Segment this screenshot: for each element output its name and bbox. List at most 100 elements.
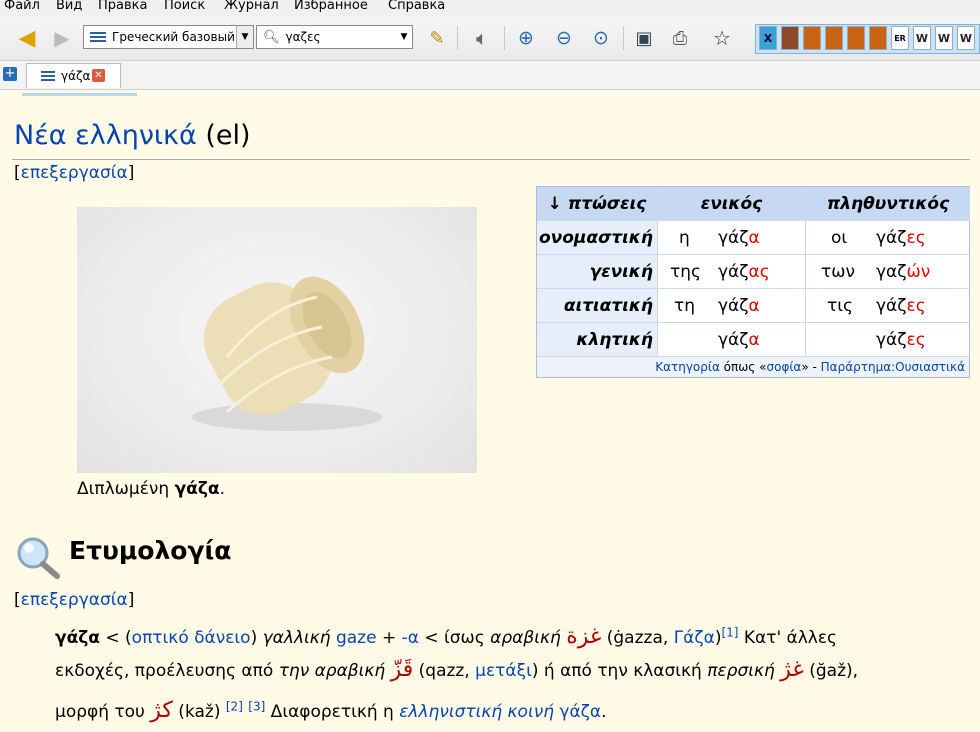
koine-gaza-link[interactable]: γάζα bbox=[559, 702, 601, 722]
grid-lines bbox=[537, 288, 970, 289]
dictionary-book-icon[interactable] bbox=[781, 26, 799, 50]
reference-2[interactable]: [2] bbox=[226, 699, 243, 713]
previous-box-remnant bbox=[22, 89, 137, 96]
case-genitive: γενική bbox=[537, 255, 657, 288]
back-arrow-icon[interactable]: ◀ bbox=[14, 24, 40, 52]
menu-favorites[interactable]: Избранное bbox=[294, 0, 368, 13]
chevron-down-icon[interactable]: ▼ bbox=[236, 26, 253, 48]
article-singular: της bbox=[670, 261, 701, 282]
declension-table: ↓ πτώσεις ενικός πληθυντικός ονομαστική … bbox=[536, 186, 970, 378]
reference-3[interactable]: [3] bbox=[248, 699, 265, 713]
form-singular: γάζ ας bbox=[718, 261, 770, 282]
dictionary-book-icon[interactable] bbox=[847, 26, 865, 50]
dictionary-book-icon[interactable] bbox=[803, 26, 821, 50]
zoom-out-icon[interactable]: ⊖ bbox=[548, 24, 580, 52]
etymology-line-1: γάζα < (οπτικό δάνειο) γαλλική gaze + -α… bbox=[55, 624, 838, 649]
heading-divider bbox=[12, 159, 970, 160]
search-icon: 🔍︎ bbox=[263, 29, 280, 45]
gauze-roll-image bbox=[192, 276, 382, 431]
gauze-photo[interactable] bbox=[77, 207, 477, 473]
grid-lines bbox=[537, 254, 970, 255]
toolbar-separator bbox=[504, 26, 505, 50]
edit-section-link[interactable]: επεξεργασία bbox=[21, 163, 128, 183]
star-icon[interactable]: ☆ bbox=[707, 24, 737, 52]
article-plural: τις bbox=[827, 295, 853, 316]
form-plural: γάζ ες bbox=[876, 227, 926, 248]
forward-arrow-icon[interactable]: ▶ bbox=[50, 24, 74, 52]
form-singular: γάζ α bbox=[718, 329, 760, 350]
category-link[interactable]: Κατηγορία bbox=[655, 360, 720, 374]
menu-search[interactable]: Поиск bbox=[164, 0, 205, 13]
close-icon[interactable]: ✕ bbox=[92, 69, 105, 82]
zoom-in-icon[interactable]: ⊕ bbox=[510, 24, 542, 52]
tab-gaza[interactable]: γάζα ✕ bbox=[26, 63, 121, 88]
menu-file[interactable]: Файл bbox=[4, 0, 40, 13]
article-plural: των bbox=[821, 261, 855, 282]
wikipedia-icon[interactable]: W bbox=[913, 26, 931, 50]
etymology-heading: Ετυμολογία bbox=[69, 536, 232, 565]
new-tab-icon[interactable]: + bbox=[3, 67, 17, 81]
gaza-city-link[interactable]: Γάζα bbox=[674, 628, 715, 648]
language-heading: Νέα ελληνικά (el) bbox=[14, 120, 251, 151]
etymology-line-3: μορφή του کژ (kaž) [2] [3] Διαφορετική η… bbox=[55, 698, 607, 723]
edit-etymology-wrapper: [επεξεργασία] bbox=[14, 590, 135, 610]
save-icon[interactable]: ▣ bbox=[630, 24, 658, 52]
menu-bar: Файл Вид Правка Поиск Журнал Избранное С… bbox=[0, 0, 980, 16]
grid-lines bbox=[537, 220, 970, 221]
greek-flag-icon bbox=[41, 71, 55, 81]
greek-flag-icon bbox=[90, 31, 106, 43]
case-nominative: ονομαστική bbox=[537, 221, 657, 254]
tab-label: γάζα bbox=[61, 69, 91, 83]
edit-etymology-link[interactable]: επεξεργασία bbox=[21, 590, 128, 610]
form-plural: γάζ ες bbox=[876, 329, 926, 350]
tab-bar: + γάζα ✕ bbox=[0, 61, 980, 90]
koine-link[interactable]: ελληνιστική κοινή bbox=[399, 702, 554, 722]
form-singular: γάζ α bbox=[718, 295, 760, 316]
search-input[interactable]: γαζες bbox=[286, 30, 321, 44]
gaze-link[interactable]: gaze bbox=[336, 628, 377, 648]
language-heading-link[interactable]: Νέα ελληνικά bbox=[14, 120, 197, 151]
header-plural: πληθυντικός bbox=[806, 187, 970, 220]
dictionary-x-icon[interactable]: X bbox=[759, 26, 777, 50]
photo-caption: Διπλωμένη γάζα. bbox=[77, 479, 225, 499]
header-singular: ενικός bbox=[658, 187, 805, 220]
search-combo[interactable]: 🔍︎ γαζες ▼ bbox=[256, 25, 413, 49]
dictionary-er-icon[interactable]: ER bbox=[891, 26, 909, 50]
grid-lines bbox=[805, 187, 806, 357]
suffix-link[interactable]: -α bbox=[402, 628, 419, 648]
article-singular: η bbox=[679, 227, 690, 248]
menu-history[interactable]: Журнал bbox=[224, 0, 279, 13]
etymology-line-2: εκδοχές, προέλευσης από την αραβική قَزّ… bbox=[55, 657, 859, 682]
loan-link[interactable]: οπτικό δάνειο bbox=[132, 628, 251, 648]
appendix-link[interactable]: Παράρτημα:Ουσιαστικά bbox=[821, 360, 965, 374]
menu-edit[interactable]: Правка bbox=[98, 0, 147, 13]
form-plural: γάζ ες bbox=[876, 295, 926, 316]
dictionary-group-label: Греческий базовый bbox=[112, 30, 235, 44]
declension-footer: Κατηγορία όπως «σοφία» - Παράρτημα:Ουσια… bbox=[537, 357, 969, 377]
grid-lines bbox=[657, 187, 658, 357]
form-singular: γάζ α bbox=[718, 227, 760, 248]
case-accusative: αιτιατική bbox=[537, 289, 657, 322]
zoom-reset-icon[interactable]: ⊙ bbox=[585, 24, 617, 52]
speaker-icon[interactable]: 🔈︎ bbox=[466, 24, 498, 52]
article-plural: οι bbox=[831, 227, 848, 248]
search-dropdown-icon[interactable]: ▼ bbox=[396, 26, 412, 48]
menu-help[interactable]: Справка bbox=[388, 0, 445, 13]
silk-link[interactable]: μετάξι bbox=[475, 661, 532, 681]
edit-section-link-wrapper: [επεξεργασία] bbox=[14, 163, 135, 183]
magnifier-icon bbox=[17, 537, 60, 579]
toolbar: ◀ ▶ Греческий базовый ▼ 🔍︎ γαζες ▼ ✎ 🔈︎ … bbox=[0, 16, 980, 61]
wikipedia-icon[interactable]: W bbox=[935, 26, 953, 50]
pattern-word-link[interactable]: σοφία bbox=[767, 360, 802, 374]
menu-view[interactable]: Вид bbox=[56, 0, 82, 13]
dictionary-group-select[interactable]: Греческий базовый ▼ bbox=[83, 25, 254, 49]
form-plural: γαζ ών bbox=[876, 261, 931, 282]
dictionary-book-icon[interactable] bbox=[869, 26, 887, 50]
language-code: (el) bbox=[205, 120, 251, 151]
dictionary-book-icon[interactable] bbox=[825, 26, 843, 50]
reference-1[interactable]: [1] bbox=[721, 625, 738, 639]
toolbar-separator bbox=[623, 26, 624, 50]
magic-wand-icon[interactable]: ✎ bbox=[424, 24, 450, 52]
wiktionary-icon[interactable]: W bbox=[957, 26, 975, 50]
print-icon[interactable]: ⎙ bbox=[665, 24, 695, 52]
